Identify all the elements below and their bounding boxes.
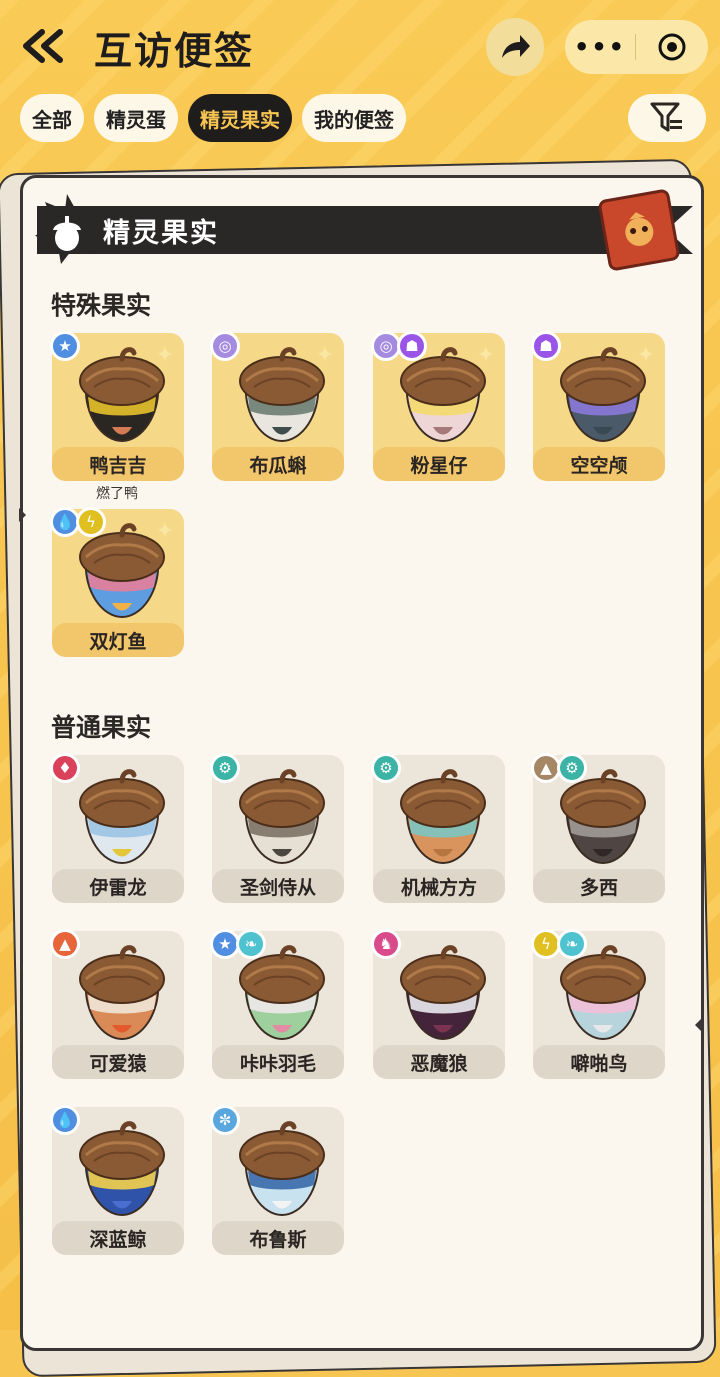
fruit-subname: 燃了鸭 xyxy=(96,486,138,502)
acorn-fruit-icon xyxy=(232,763,332,867)
fruit-card[interactable]: ♦ 伊雷龙 xyxy=(50,753,184,903)
element-badges: ▲ ⚙ xyxy=(531,753,587,783)
tab-all[interactable]: 全部 xyxy=(20,94,84,142)
element-badges: ♦ xyxy=(50,753,80,783)
sparkle-icon: ✦ xyxy=(476,343,495,368)
fruit-name: 恶魔狼 xyxy=(373,1045,505,1079)
element-badges: ★ ❧ xyxy=(210,929,266,959)
filter-button[interactable] xyxy=(628,94,706,142)
mech-element-icon: ⚙ xyxy=(557,753,587,783)
fruit-card[interactable]: 💧 深蓝鲸 xyxy=(50,1105,184,1255)
acorn-star-badge-icon xyxy=(27,190,107,270)
special-fruit-heading: 特殊果实 xyxy=(51,291,152,320)
sheet-edge-notch xyxy=(19,508,26,522)
star-element-icon: ★ xyxy=(50,331,80,361)
fruit-card[interactable]: ✦ ◎ 布瓜蝌 xyxy=(210,331,344,481)
sheet-edge-notch xyxy=(695,1018,702,1032)
sparkle-icon: ✦ xyxy=(155,343,174,368)
acorn-fruit-icon xyxy=(232,1115,332,1219)
electric-element-icon: ϟ xyxy=(76,507,106,537)
tab-spirit-egg[interactable]: 精灵蛋 xyxy=(94,94,178,142)
element-badges: ✼ xyxy=(210,1105,240,1135)
fruit-name: 粉星仔 xyxy=(373,447,505,481)
normal-fruit-heading: 普通果实 xyxy=(51,713,152,742)
fruit-card[interactable]: ♞ 恶魔狼 xyxy=(371,929,505,1079)
more-menu-button[interactable]: ••• xyxy=(565,33,635,61)
fruit-name: 深蓝鲸 xyxy=(52,1221,184,1255)
fire-element-icon: ▲ xyxy=(50,929,80,959)
acorn-fruit-icon xyxy=(72,1115,172,1219)
character-ticket-icon[interactable] xyxy=(597,188,681,272)
fruit-card[interactable]: ✦ ☗ 空空颅 xyxy=(531,331,665,481)
page-title: 互访便签 xyxy=(94,29,255,73)
sparkle-icon: ✦ xyxy=(636,343,655,368)
fruit-card[interactable]: ϟ ❧ 噼啪鸟 xyxy=(531,929,665,1079)
fruit-card[interactable]: ▲ ⚙ 多西 xyxy=(531,753,665,903)
tab-my-notes[interactable]: 我的便签 xyxy=(302,94,406,142)
water-element-icon: 💧 xyxy=(50,1105,80,1135)
element-badges: ♞ xyxy=(371,929,401,959)
fruit-name: 空空颅 xyxy=(533,447,665,481)
fruit-name: 咔咔羽毛 xyxy=(212,1045,344,1079)
target-icon xyxy=(658,33,686,61)
dragon-element-icon: ♦ xyxy=(50,753,80,783)
fruit-name: 噼啪鸟 xyxy=(533,1045,665,1079)
fruit-name: 机械方方 xyxy=(373,869,505,903)
notes-sheet: 精灵果实 特殊果实 普通果实 ✦ ★ 鸭吉吉 燃了鸭 ✦ ◎ 布瓜蝌 ✦ ◎ ☗… xyxy=(19,175,704,1351)
element-badges: ◎ ☗ xyxy=(371,331,427,361)
demon-element-icon: ♞ xyxy=(371,929,401,959)
fruit-name: 布瓜蝌 xyxy=(212,447,344,481)
fruit-name: 伊雷龙 xyxy=(52,869,184,903)
element-badges: ⚙ xyxy=(371,753,401,783)
fruit-card[interactable]: ⚙ 圣剑侍从 xyxy=(210,753,344,903)
element-badges: ⚙ xyxy=(210,753,240,783)
fruit-card[interactable]: ✦ ★ 鸭吉吉 xyxy=(50,331,184,481)
ghost-element-icon: ☗ xyxy=(531,331,561,361)
share-arrow-icon xyxy=(502,35,530,58)
fruit-card[interactable]: ▲ 可爱猿 xyxy=(50,929,184,1079)
swirl-element-icon: ◎ xyxy=(210,331,240,361)
fruit-name: 布鲁斯 xyxy=(212,1221,344,1255)
element-badges: ☗ xyxy=(531,331,561,361)
back-double-chevron-icon[interactable] xyxy=(20,28,66,64)
element-badges: 💧 xyxy=(50,1105,80,1135)
sparkle-icon: ✦ xyxy=(155,519,174,544)
miniprogram-capsule: ••• xyxy=(565,20,708,74)
ice-element-icon: ✼ xyxy=(210,1105,240,1135)
fruit-card[interactable]: ✦ 💧 ϟ 双灯鱼 xyxy=(50,507,184,657)
banner-title: 精灵果实 xyxy=(103,218,219,249)
ghost-element-icon: ☗ xyxy=(397,331,427,361)
fruit-name: 多西 xyxy=(533,869,665,903)
mech-element-icon: ⚙ xyxy=(210,753,240,783)
fruit-name: 圣剑侍从 xyxy=(212,869,344,903)
acorn-fruit-icon xyxy=(72,763,172,867)
element-badges: ★ xyxy=(50,331,80,361)
sparkle-icon: ✦ xyxy=(315,343,334,368)
wing-element-icon: ❧ xyxy=(236,929,266,959)
element-badges: ▲ xyxy=(50,929,80,959)
mech-element-icon: ⚙ xyxy=(371,753,401,783)
fruit-card[interactable]: ✼ 布鲁斯 xyxy=(210,1105,344,1255)
acorn-fruit-icon xyxy=(393,939,493,1043)
element-badges: ◎ xyxy=(210,331,240,361)
wing-element-icon: ❧ xyxy=(557,929,587,959)
filter-funnel-icon xyxy=(650,102,682,132)
element-badges: 💧 ϟ xyxy=(50,507,106,537)
share-button[interactable] xyxy=(486,18,544,76)
fruit-card[interactable]: ⚙ 机械方方 xyxy=(371,753,505,903)
fruit-name: 双灯鱼 xyxy=(52,623,184,657)
fruit-name: 鸭吉吉 xyxy=(52,447,184,481)
fruit-card[interactable]: ✦ ◎ ☗ 粉星仔 xyxy=(371,331,505,481)
tab-spirit-fruit[interactable]: 精灵果实 xyxy=(188,94,292,142)
category-tabs: 全部 精灵蛋 精灵果实 我的便签 xyxy=(20,94,406,142)
fruit-card[interactable]: ★ ❧ 咔咔羽毛 xyxy=(210,929,344,1079)
acorn-fruit-icon xyxy=(72,939,172,1043)
element-badges: ϟ ❧ xyxy=(531,929,587,959)
acorn-fruit-icon xyxy=(393,763,493,867)
fruit-name: 可爱猿 xyxy=(52,1045,184,1079)
close-target-button[interactable] xyxy=(636,32,708,62)
